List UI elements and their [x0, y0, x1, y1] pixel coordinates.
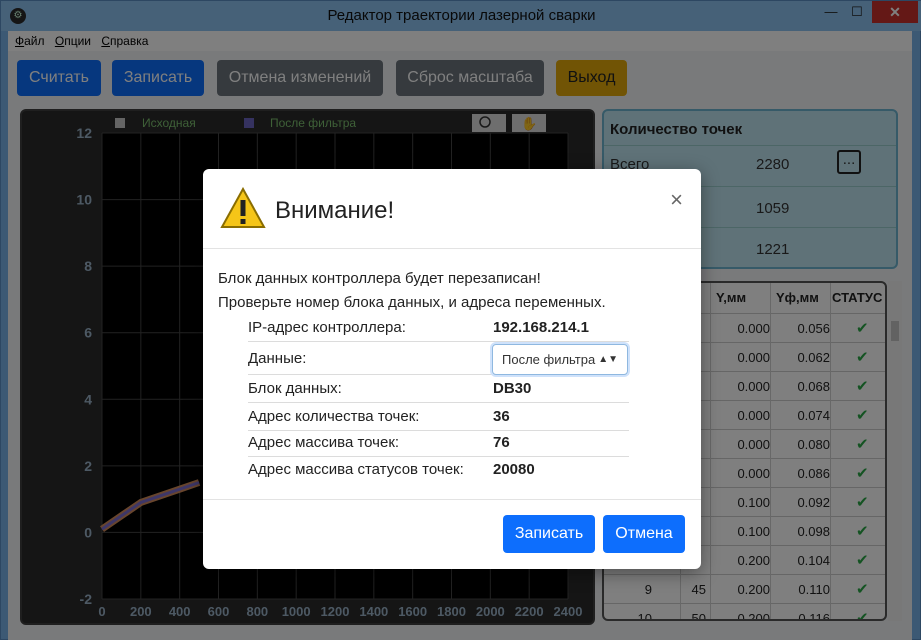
status-address-row: Адрес массива статусов точек: 20080: [248, 456, 629, 484]
count-address-label: Адрес количества точек:: [248, 408, 420, 425]
data-select[interactable]: После фильтра ▲▼: [492, 344, 628, 375]
status-address-label: Адрес массива статусов точек:: [248, 461, 464, 478]
ip-value: 192.168.214.1: [493, 319, 589, 336]
modal-header: Внимание! ×: [203, 169, 701, 249]
ip-row: IP-адрес контроллера: 192.168.214.1: [248, 314, 629, 342]
data-row: Данные: После фильтра ▲▼: [248, 342, 629, 375]
warning-icon: [220, 187, 266, 228]
modal-footer-divider: [203, 499, 701, 500]
warning-modal: Внимание! × Блок данных контроллера буде…: [203, 169, 701, 569]
select-arrows-icon: ▲▼: [598, 354, 618, 365]
modal-close-button[interactable]: ×: [670, 187, 683, 213]
count-address-value: 36: [493, 408, 510, 425]
array-address-row: Адрес массива точек: 76: [248, 429, 629, 457]
block-label: Блок данных:: [248, 380, 342, 397]
ip-label: IP-адрес контроллера:: [248, 319, 406, 336]
block-row: Блок данных: DB30: [248, 375, 629, 403]
status-address-value: 20080: [493, 461, 535, 478]
modal-cancel-button[interactable]: Отмена: [603, 515, 685, 553]
count-address-row: Адрес количества точек: 36: [248, 403, 629, 431]
modal-title: Внимание!: [275, 197, 395, 224]
modal-write-button[interactable]: Записать: [503, 515, 595, 553]
block-value: DB30: [493, 380, 532, 397]
array-address-label: Адрес массива точек:: [248, 434, 400, 451]
data-label: Данные:: [248, 350, 307, 367]
modal-message-1: Блок данных контроллера будет перезаписа…: [218, 270, 541, 287]
modal-message-2: Проверьте номер блока данных, и адреса п…: [218, 294, 606, 311]
array-address-value: 76: [493, 434, 510, 451]
data-select-value: После фильтра: [502, 352, 596, 367]
